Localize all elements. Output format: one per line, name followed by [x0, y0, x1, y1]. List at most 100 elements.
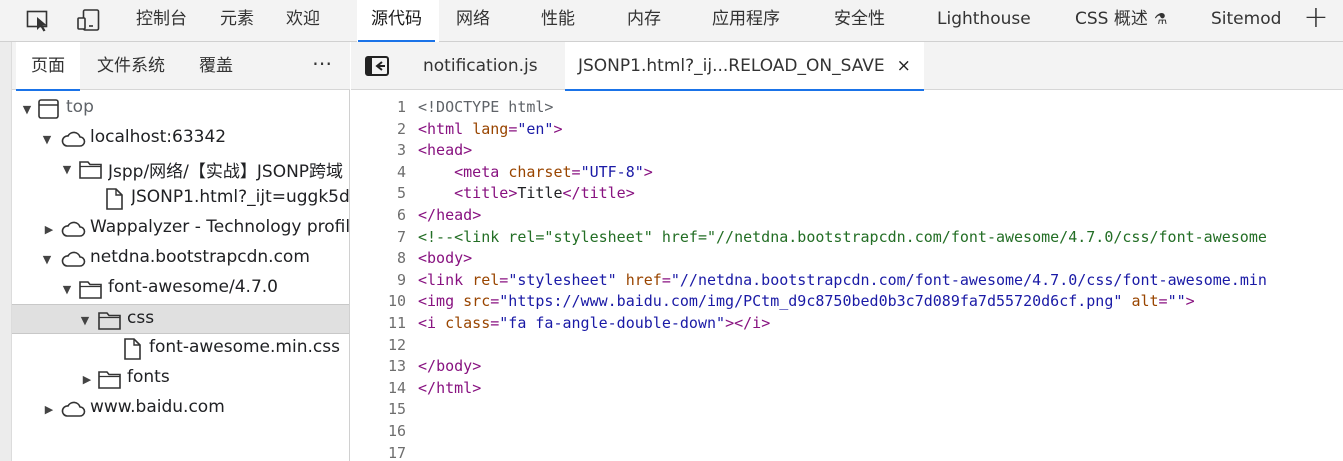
code-token: "stylesheet" — [508, 270, 617, 289]
tree-item[interactable]: ▼ font-awesome/4.7.0 — [12, 274, 349, 304]
code-line: </html> — [418, 378, 481, 400]
code-line: <img src="https://www.baidu.com/img/PCtm… — [418, 291, 1195, 313]
expand-arrow-right-icon[interactable]: ▶ — [42, 402, 56, 416]
tree-item-label: netdna.bootstrapcdn.com — [90, 247, 310, 267]
tree-item[interactable]: ▼ top — [12, 94, 349, 124]
code-token: i — [427, 314, 437, 332]
panel-edge-strip — [0, 42, 12, 461]
device-emulation-icon[interactable] — [74, 6, 104, 34]
tab-sitemod[interactable]: Sitemod — [1211, 0, 1281, 41]
tree-item-label: font-awesome.min.css — [149, 337, 340, 357]
editor-tab-jsonp1-html[interactable]: JSONP1.html?_ij...RELOAD_ON_SAVE × — [565, 42, 924, 91]
code-line: <html lang="en"> — [418, 119, 563, 141]
code-token: < — [454, 162, 464, 181]
code-line: </body> — [418, 356, 481, 378]
cloud-icon — [60, 127, 86, 151]
code-editor[interactable]: 1 <!DOCTYPE html> 2 <html lang="en"> 3 <head>… — [351, 94, 1343, 461]
code-token: meta — [463, 162, 500, 181]
code-token: lang — [472, 119, 509, 138]
code-token: html — [427, 119, 464, 138]
tree-item[interactable]: JSONP1.html?_ijt=uggk5dg — [12, 184, 349, 214]
navigator-tabs: 页面 文件系统 覆盖 ⋯ — [12, 42, 350, 91]
code-line: <body> — [418, 248, 472, 270]
folder-icon — [78, 277, 104, 301]
code-token: img — [427, 292, 455, 311]
tab-css-overview[interactable]: CSS 概述 ⚗ — [1075, 0, 1167, 41]
tab-overrides[interactable]: 覆盖 — [199, 42, 233, 90]
tree-item-label: css — [127, 308, 155, 328]
tree-item[interactable]: font-awesome.min.css — [12, 334, 349, 364]
tab-security[interactable]: 安全性 — [834, 0, 885, 41]
line-number: 11 — [387, 314, 406, 332]
line-number: 4 — [396, 162, 406, 181]
tab-welcome[interactable]: 欢迎 — [286, 0, 320, 41]
line-number: 8 — [396, 249, 406, 268]
tab-page[interactable]: 页面 — [16, 42, 80, 91]
code-token: </ — [418, 206, 437, 224]
code-token: </ — [418, 378, 437, 397]
expand-arrow-down-icon[interactable]: ▼ — [60, 162, 74, 176]
code-line: <meta charset="UTF-8"> — [418, 162, 653, 184]
tree-item[interactable]: ▶ Wappalyzer - Technology profile — [12, 214, 349, 244]
expand-arrow-down-icon[interactable]: ▼ — [20, 102, 34, 116]
tree-item-label: fonts — [127, 367, 170, 387]
editor-tab-notification-js[interactable]: notification.js — [423, 42, 538, 90]
code-token: = — [490, 314, 500, 332]
tab-application[interactable]: 应用程序 — [712, 0, 780, 41]
tab-filesystem[interactable]: 文件系统 — [97, 42, 165, 90]
tab-memory[interactable]: 内存 — [627, 0, 661, 41]
code-token: < — [418, 270, 428, 289]
close-icon[interactable]: × — [897, 42, 911, 90]
editor-tab-bar: notification.js JSONP1.html?_ij...RELOAD… — [351, 42, 1343, 91]
code-token: < — [454, 184, 464, 203]
tab-console[interactable]: 控制台 — [136, 0, 187, 41]
tree-item[interactable]: ▼ netdna.bootstrapcdn.com — [12, 244, 349, 274]
code-token: <!DOCTYPE html> — [418, 98, 554, 116]
folder-icon — [97, 308, 123, 332]
code-token: href — [625, 270, 662, 289]
tree-item[interactable]: ▼ Jspp/网络/【实战】JSONP跨域 — [12, 154, 349, 184]
file-tree: ▼ top ▼ localhost:63342 ▼ Jspp/网络/【实战】JSONP跨域… — [12, 94, 349, 461]
more-tabs-button[interactable]: ⋯ — [312, 42, 333, 90]
code-token: = — [661, 270, 671, 289]
tab-sources[interactable]: 源代码 — [358, 0, 435, 42]
tab-lighthouse[interactable]: Lighthouse — [937, 0, 1031, 41]
tree-item-label: www.baidu.com — [90, 397, 225, 417]
add-tab-button[interactable]: + — [1302, 2, 1330, 36]
tree-item[interactable]: ▶ www.baidu.com — [12, 394, 349, 424]
code-token: head — [427, 141, 464, 160]
tree-item[interactable]: ▼ localhost:63342 — [12, 124, 349, 154]
code-token: "UTF-8" — [580, 162, 644, 181]
inspect-element-icon[interactable] — [24, 6, 54, 34]
expand-arrow-right-icon[interactable]: ▶ — [42, 222, 56, 236]
line-number: 14 — [387, 378, 406, 397]
line-number: 13 — [387, 357, 406, 376]
expand-arrow-down-icon[interactable]: ▼ — [60, 282, 74, 296]
code-token: ></ — [725, 314, 753, 332]
code-token: head — [436, 206, 473, 224]
tab-elements[interactable]: 元素 — [220, 0, 254, 41]
expand-arrow-right-icon[interactable]: ▶ — [80, 372, 94, 386]
code-token: = — [490, 292, 500, 311]
expand-arrow-down-icon[interactable]: ▼ — [40, 252, 54, 266]
code-token: > — [625, 184, 635, 203]
expand-arrow-down-icon[interactable]: ▼ — [40, 132, 54, 146]
code-token: charset — [508, 162, 572, 181]
line-number: 15 — [387, 400, 406, 419]
expand-arrow-down-icon[interactable]: ▼ — [78, 313, 92, 327]
toggle-navigator-icon[interactable] — [365, 56, 389, 76]
tab-network[interactable]: 网络 — [456, 0, 490, 41]
tree-item[interactable]: ▶ fonts — [12, 364, 349, 394]
code-line: <link rel="stylesheet" href="//netdna.bo… — [418, 270, 1267, 292]
code-line: </head> — [418, 205, 481, 227]
code-token: <!--<link rel="stylesheet" href="//netdn… — [418, 227, 1267, 246]
line-number: 9 — [396, 270, 406, 289]
tree-item[interactable]: ▼ css — [12, 304, 349, 334]
tab-performance[interactable]: 性能 — [541, 0, 575, 41]
cloud-icon — [60, 397, 86, 421]
code-token: < — [418, 314, 428, 332]
